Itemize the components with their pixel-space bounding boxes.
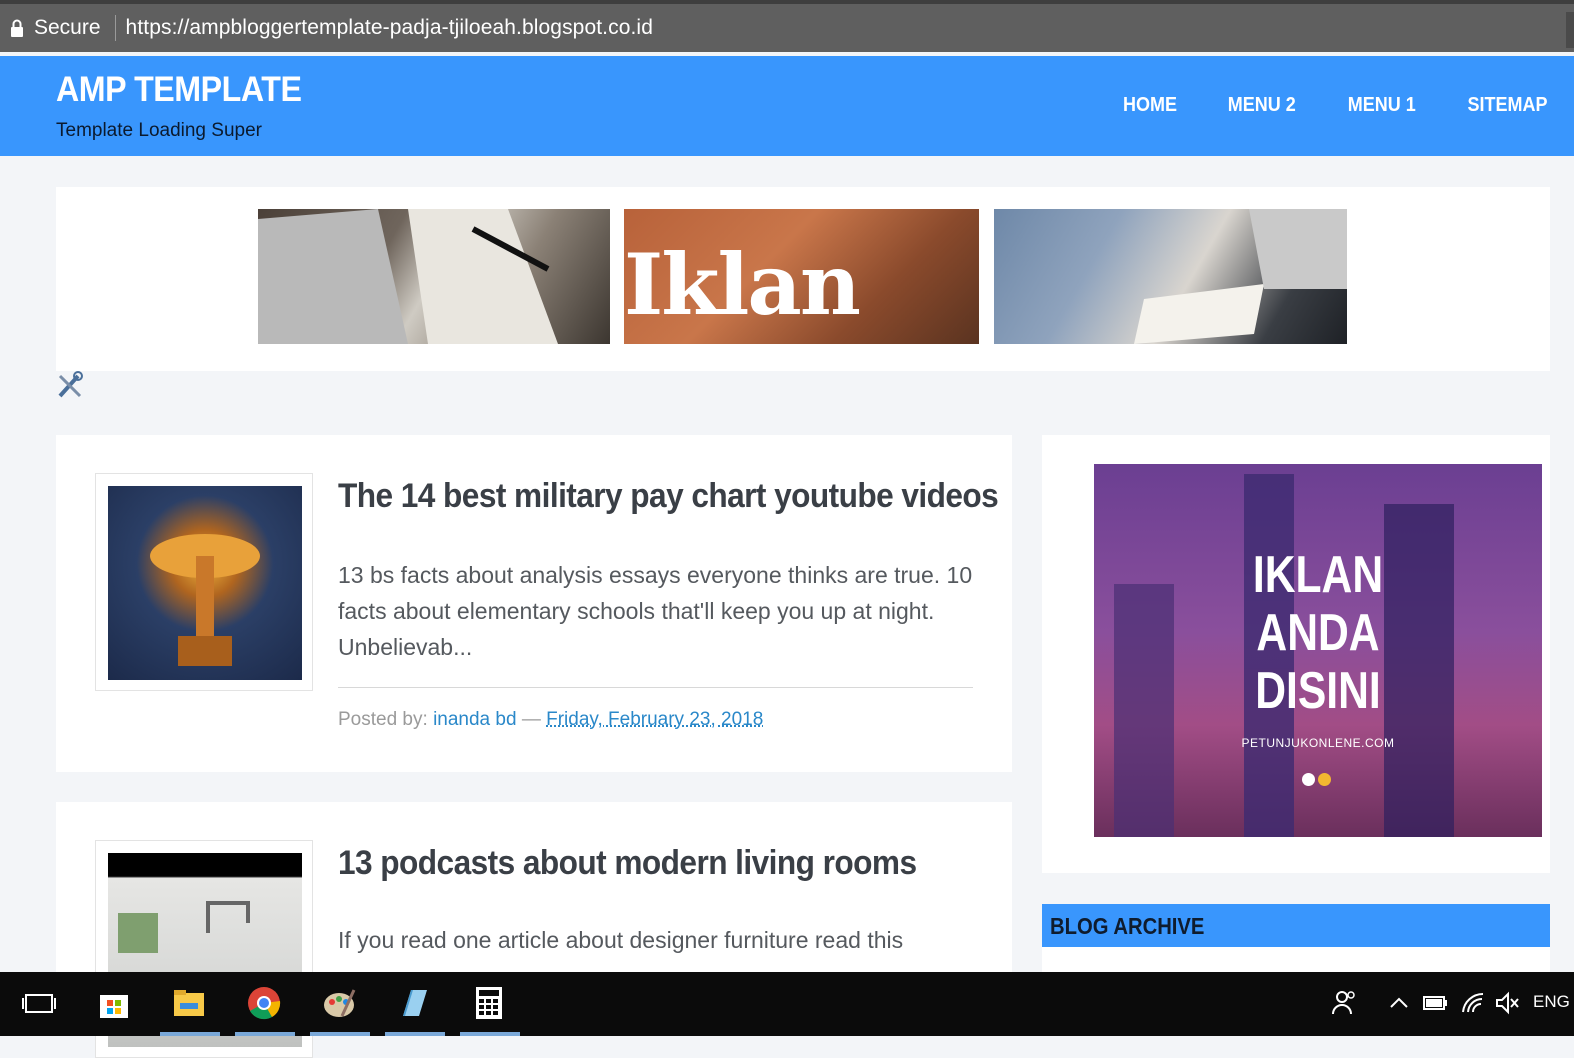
site-title[interactable]: AMP TEMPLATE (56, 70, 302, 110)
lock-icon (11, 19, 23, 37)
blog-archive-header: BLOG ARCHIVE (1042, 904, 1550, 947)
laptop-illustration (258, 209, 558, 344)
post-excerpt: 13 bs facts about analysis essays everyo… (338, 562, 973, 660)
wifi-icon[interactable] (1460, 990, 1486, 1016)
brand: AMP TEMPLATE Template Loading Super (56, 70, 323, 142)
nav-menu-1[interactable]: MENU 1 (1347, 94, 1415, 117)
post-date[interactable]: Friday, February 23, 2018 (546, 709, 763, 730)
sidebar-ad[interactable]: IKLAN ANDA DISINI PETUNJUKONLENE.COM (1094, 464, 1542, 837)
sidebar-ad-site: PETUNJUKONLENE.COM (1241, 736, 1395, 750)
chrome-icon[interactable] (247, 986, 281, 1020)
nav-home[interactable]: HOME (1123, 94, 1177, 117)
people-icon[interactable] (1330, 988, 1358, 1016)
ad-banner[interactable]: Iklan (56, 187, 1550, 371)
taskbar-active-indicator (310, 1032, 370, 1036)
battery-icon[interactable] (1422, 990, 1448, 1016)
chevron-up-icon[interactable] (1388, 992, 1410, 1014)
store-icon[interactable] (97, 986, 131, 1020)
site-tagline: Template Loading Super (56, 120, 262, 141)
post-title[interactable]: The 14 best military pay chart youtube v… (338, 477, 999, 516)
address-bar[interactable]: Secure https://ampbloggertemplate-padja-… (0, 0, 1574, 52)
carousel-illustration (150, 534, 260, 666)
post-excerpt: If you read one article about designer f… (338, 927, 904, 953)
nav-sitemap[interactable]: SITEMAP (1468, 94, 1548, 117)
post-divider (338, 687, 973, 688)
sidebar-ad-headline: IKLAN ANDA DISINI (1134, 546, 1501, 720)
taskbar-active-indicator (460, 1032, 520, 1036)
taskbar-active-indicator (385, 1032, 445, 1036)
volume-muted-icon[interactable] (1494, 990, 1520, 1016)
sidebar-ad-widget: IKLAN ANDA DISINI PETUNJUKONLENE.COM (1042, 435, 1550, 873)
ad-image-iklan: Iklan (624, 209, 979, 344)
carousel-dot[interactable] (1318, 773, 1331, 786)
address-bar-edge (1566, 12, 1574, 48)
calculator-icon[interactable] (472, 986, 506, 1020)
secure-label: Secure (34, 16, 101, 39)
paint-icon[interactable] (322, 986, 356, 1020)
post-card: The 14 best military pay chart youtube v… (56, 435, 1012, 772)
meta-separator: — (521, 709, 541, 730)
posted-by-label: Posted by: (338, 709, 428, 730)
writing-illustration (1134, 209, 1347, 344)
notepad-icon[interactable] (397, 986, 431, 1020)
ad-image-writing (994, 209, 1347, 344)
ad-line-2: ANDA (1256, 604, 1380, 662)
nav-menu-2[interactable]: MENU 2 (1228, 94, 1296, 117)
site-header: AMP TEMPLATE Template Loading Super HOME… (0, 56, 1574, 156)
language-indicator[interactable]: ENG (1533, 992, 1570, 1012)
ad-text: Iklan (624, 235, 861, 334)
task-view-icon[interactable] (22, 986, 56, 1020)
main-nav: HOME MENU 2 MENU 1 SITEMAP (1076, 94, 1552, 117)
post-author[interactable]: inanda bd (433, 709, 516, 730)
taskbar: ENG (0, 972, 1574, 1036)
tools-icon[interactable] (56, 370, 84, 400)
url-text[interactable]: https://ampbloggertemplate-padja-tjiloea… (126, 16, 653, 40)
post-meta: Posted by: inanda bd — Friday, February … (338, 709, 763, 731)
file-explorer-icon[interactable] (172, 986, 206, 1020)
carousel-dot[interactable] (1302, 773, 1315, 786)
blog-archive-title: BLOG ARCHIVE (1050, 913, 1205, 939)
ad-image-laptop-notebook (258, 209, 610, 344)
carousel-dots[interactable] (1302, 773, 1334, 791)
ad-line-3: DISINI (1255, 662, 1381, 720)
address-separator (114, 15, 116, 41)
post-thumbnail-frame[interactable] (95, 473, 313, 691)
taskbar-active-indicator (235, 1032, 295, 1036)
post-title[interactable]: 13 podcasts about modern living rooms (338, 844, 917, 883)
ad-line-1: IKLAN (1252, 546, 1384, 604)
taskbar-active-indicator (160, 1032, 220, 1036)
post-thumbnail[interactable] (108, 486, 302, 680)
